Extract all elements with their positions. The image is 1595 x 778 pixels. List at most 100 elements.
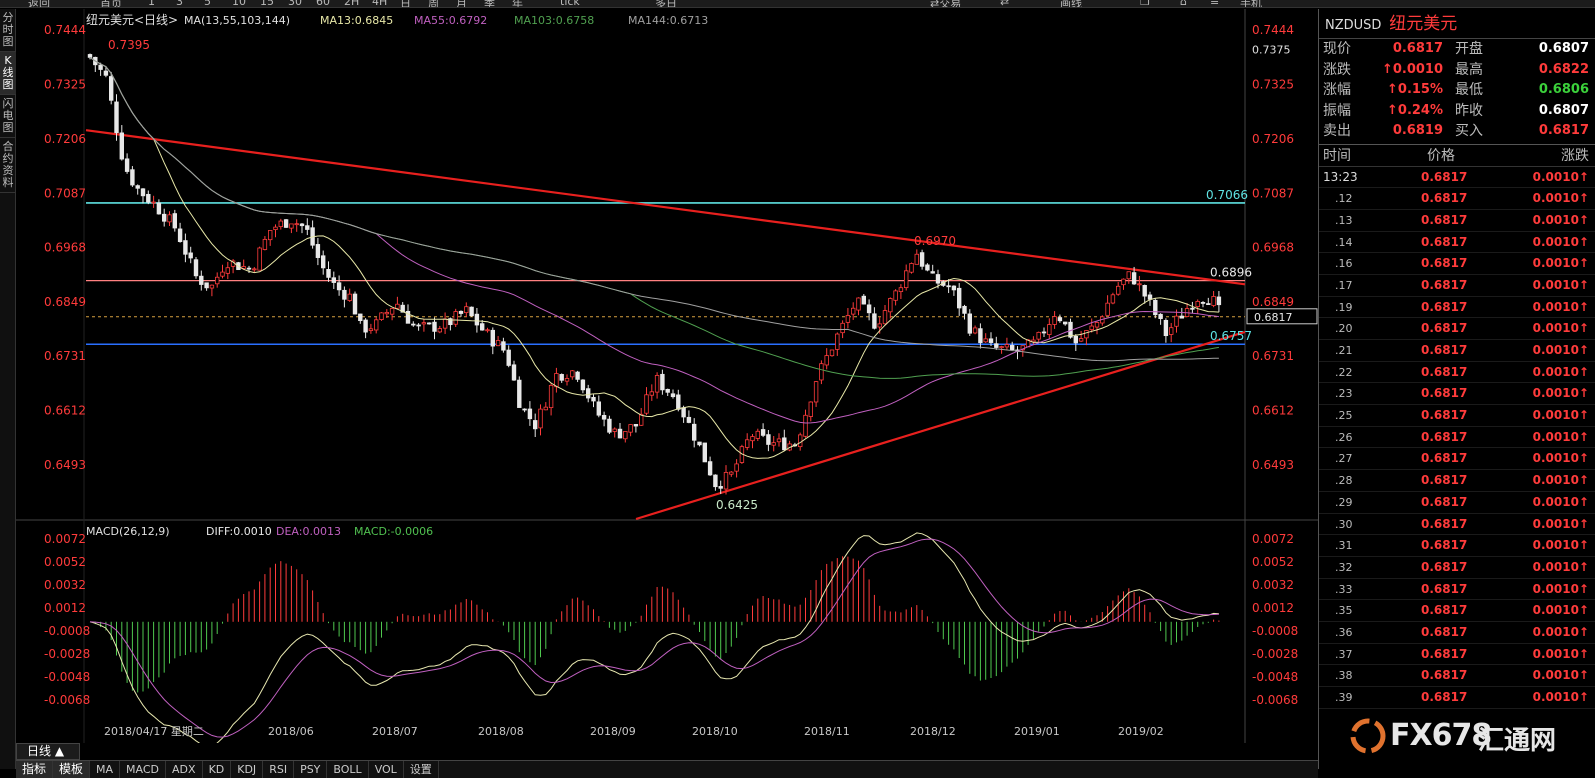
macd-value: MACD:-0.0006 bbox=[354, 525, 433, 538]
indicator-tab[interactable]: 指标 bbox=[16, 761, 54, 778]
toolbar-item[interactable]: 返回 bbox=[28, 0, 50, 7]
candle-body bbox=[193, 259, 199, 277]
macd-axis-label-left: 0.0032 bbox=[44, 578, 86, 592]
toolbar-item[interactable]: 2H bbox=[344, 0, 359, 7]
side-tab-1[interactable]: K线图 bbox=[0, 52, 16, 95]
tick-time: .19 bbox=[1335, 300, 1353, 314]
tick-row: .36 0.6817 0.0010↑ bbox=[1319, 622, 1595, 644]
toolbar-item[interactable]: 月 bbox=[456, 0, 467, 7]
candle-body bbox=[819, 363, 824, 381]
candle-body bbox=[225, 267, 230, 274]
toolbar-item[interactable]: 1 bbox=[148, 0, 155, 7]
candle-body bbox=[257, 247, 262, 271]
candle-body bbox=[495, 340, 501, 347]
candle-body bbox=[1190, 307, 1195, 310]
quote-value: 0.6806 bbox=[1538, 82, 1589, 97]
indicator-tab[interactable]: KDJ bbox=[231, 761, 264, 778]
candle-body bbox=[718, 486, 723, 489]
toolbar-item[interactable]: ⇄交易 bbox=[930, 0, 961, 7]
toolbar-item[interactable]: 首页 bbox=[100, 0, 122, 7]
candle-body bbox=[474, 313, 480, 326]
toolbar-item[interactable]: 15 bbox=[260, 0, 274, 7]
indicator-tab[interactable]: KD bbox=[203, 761, 232, 778]
tick-row: .20 0.6817 0.0010↑ bbox=[1319, 318, 1595, 340]
quote-value: 0.6817 bbox=[1538, 123, 1589, 138]
tick-time: .20 bbox=[1335, 322, 1353, 336]
candle-body bbox=[98, 64, 103, 70]
candle-body bbox=[384, 312, 389, 315]
candle-body bbox=[670, 393, 676, 398]
toolbar-item[interactable]: 3 bbox=[176, 0, 183, 7]
tick-price: 0.6817 bbox=[1421, 559, 1468, 574]
tick-time: .12 bbox=[1335, 192, 1353, 206]
indicator-tab[interactable]: 模板 bbox=[53, 761, 91, 778]
toolbar-item[interactable]: 手机 bbox=[1240, 0, 1262, 7]
candle-body bbox=[824, 355, 829, 366]
tick-time: .13 bbox=[1335, 213, 1353, 227]
toolbar-item[interactable]: 周 bbox=[428, 0, 439, 7]
indicator-tab[interactable]: MACD bbox=[120, 761, 167, 778]
candle-body bbox=[988, 338, 994, 343]
tick-change: 0.0010↑ bbox=[1532, 299, 1589, 314]
candle-body bbox=[342, 289, 347, 300]
toolbar-item[interactable]: 10 bbox=[232, 0, 246, 7]
tick-price: 0.6817 bbox=[1421, 690, 1468, 704]
toolbar-item[interactable]: 60 bbox=[316, 0, 330, 7]
tick-price: 0.6817 bbox=[1421, 234, 1468, 249]
candle-body bbox=[628, 424, 633, 433]
macd-axis-label-left: 0.0072 bbox=[44, 532, 86, 546]
indicator-tab[interactable]: 设置 bbox=[404, 761, 439, 778]
indicator-tab[interactable]: PSY bbox=[294, 761, 328, 778]
tick-price: 0.6817 bbox=[1421, 516, 1468, 531]
tick-time: .14 bbox=[1335, 235, 1353, 249]
tick-row: .33 0.6817 0.0010↑ bbox=[1319, 579, 1595, 601]
tick-row: .32 0.6817 0.0010↑ bbox=[1319, 557, 1595, 579]
candle-body bbox=[607, 418, 612, 433]
toolbar-item[interactable]: ⇄ bbox=[1000, 0, 1009, 7]
candle-body bbox=[273, 226, 278, 230]
toolbar-item[interactable]: 4H bbox=[372, 0, 387, 7]
tick-change: 0.0010↑ bbox=[1532, 690, 1589, 704]
indicator-tab[interactable]: RSI bbox=[263, 761, 295, 778]
price-axis-label-right: 0.6849 bbox=[1252, 295, 1294, 309]
tick-time: .33 bbox=[1335, 582, 1353, 596]
side-tab-0[interactable]: 分时图 bbox=[0, 9, 16, 52]
indicator-tab[interactable]: BOLL bbox=[327, 761, 369, 778]
toolbar-item[interactable]: 多日 bbox=[655, 0, 677, 7]
candle-body bbox=[554, 373, 559, 388]
candle-body bbox=[1163, 319, 1169, 337]
candle-body bbox=[421, 322, 427, 325]
quote-row: 现价 0.6817 开盘 0.6807 bbox=[1319, 39, 1595, 60]
toolbar-item[interactable]: 画线 bbox=[1060, 0, 1082, 7]
candle-body bbox=[485, 329, 490, 332]
toolbar-item[interactable]: ⌂ bbox=[1180, 0, 1187, 7]
toolbar-item[interactable]: ❒ bbox=[1140, 0, 1150, 7]
watermark-cn: 汇通网 bbox=[1478, 726, 1557, 756]
indicator-tab[interactable]: VOL bbox=[369, 761, 404, 778]
tick-price: 0.6817 bbox=[1421, 386, 1468, 401]
tick-list[interactable]: 13:23 0.6817 0.0010↑ .12 0.6817 0.0010↑ .13 0.6… bbox=[1319, 167, 1595, 709]
side-tab-3[interactable]: 合约资料 bbox=[0, 138, 16, 193]
kline-chart[interactable]: 纽元美元<日线> MA(13,55,103,144) MA13:0.6845 MA55… bbox=[16, 9, 1318, 743]
candle-body bbox=[729, 471, 734, 475]
tick-row: .19 0.6817 0.0010↑ bbox=[1319, 297, 1595, 319]
tick-price: 0.6817 bbox=[1421, 299, 1468, 314]
candle-body bbox=[586, 388, 591, 399]
candle-body bbox=[114, 101, 119, 134]
candle-body bbox=[214, 276, 220, 285]
toolbar-item[interactable]: 5 bbox=[204, 0, 211, 7]
period-selector-button[interactable]: 日线 ▲ bbox=[16, 743, 80, 760]
price-axis-label-right: 0.6493 bbox=[1252, 458, 1294, 472]
indicator-tab[interactable]: MA bbox=[90, 761, 121, 778]
toolbar-item[interactable]: 季 bbox=[484, 0, 495, 7]
toolbar-item[interactable]: 日 bbox=[400, 0, 411, 7]
tick-time: .37 bbox=[1335, 647, 1353, 661]
side-tab-2[interactable]: 闪电图 bbox=[0, 95, 16, 138]
tick-change: 0.0010↑ bbox=[1532, 234, 1589, 249]
candle-body bbox=[1216, 296, 1222, 306]
toolbar-item[interactable]: 30 bbox=[288, 0, 302, 7]
indicator-tab[interactable]: ADX bbox=[166, 761, 203, 778]
toolbar-item[interactable]: tick bbox=[560, 0, 580, 7]
toolbar-item[interactable]: ≡ bbox=[1210, 0, 1219, 7]
toolbar-item[interactable]: 年 bbox=[512, 0, 523, 7]
